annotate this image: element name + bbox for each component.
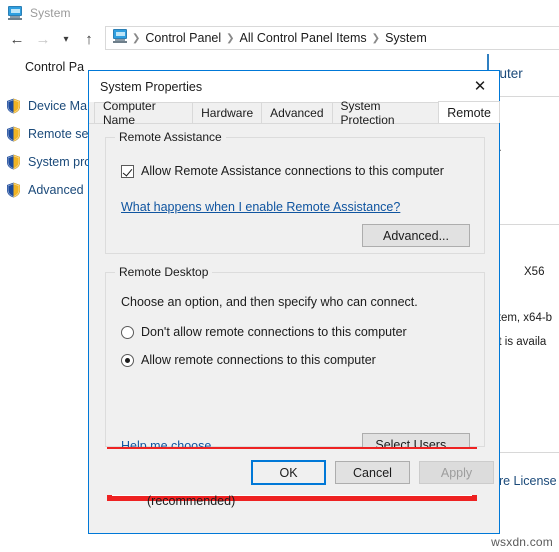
remote-assistance-help-link[interactable]: What happens when I enable Remote Assist… [121, 200, 400, 214]
advanced-button[interactable]: Advanced... [362, 224, 470, 247]
tab-advanced[interactable]: Advanced [261, 102, 333, 123]
shield-icon [6, 126, 21, 142]
apply-button: Apply [419, 461, 494, 484]
radio-allow-remote-connections[interactable] [121, 354, 134, 367]
shield-icon [6, 182, 21, 198]
sidebar-item-remote-settings[interactable]: Remote se [6, 126, 88, 142]
dialog-titlebar: System Properties ✕ [89, 71, 499, 102]
remote-assistance-group: Remote Assistance Allow Remote Assistanc… [105, 130, 485, 254]
address-bar[interactable]: ❯ Control Panel ❯ All Control Panel Item… [105, 26, 559, 50]
breadcrumb-system[interactable]: System [381, 31, 431, 45]
system-properties-dialog: System Properties ✕ Computer Name Hardwa… [88, 70, 500, 534]
radio-label: Don't allow remote connections to this c… [141, 325, 407, 339]
window-title: System [30, 6, 71, 20]
remote-assistance-group-title: Remote Assistance [115, 130, 226, 144]
tab-hardware[interactable]: Hardware [192, 102, 263, 123]
sidebar-item-advanced[interactable]: Advanced [6, 182, 84, 198]
breadcrumb-all-items[interactable]: All Control Panel Items [236, 31, 371, 45]
dialog-title: System Properties [100, 79, 203, 94]
address-monitor-icon [112, 28, 128, 48]
info-fragment: stem, x64-b [492, 312, 553, 324]
arrow-up-icon[interactable]: ↑ [76, 27, 102, 51]
radio-row-deny-connections[interactable]: Don't allow remote connections to this c… [121, 325, 407, 340]
divider [492, 452, 559, 453]
sidebar-item-label: Device Ma [28, 99, 88, 113]
sidebar-item-system-protection[interactable]: System pro [6, 154, 91, 170]
shield-icon [6, 154, 21, 170]
watermark: wsxdn.com [491, 535, 553, 549]
remote-desktop-instruction: Choose an option, and then specify who c… [121, 295, 418, 309]
dialog-tabstrip: Computer Name Hardware Advanced System P… [89, 99, 500, 127]
sidebar-item-label: Advanced [28, 183, 84, 197]
cancel-button[interactable]: Cancel [335, 461, 410, 484]
radio-row-allow-connections[interactable]: Allow remote connections to this compute… [121, 353, 376, 368]
info-fragment: ut is availa [492, 336, 547, 348]
sidebar-item-label: System pro [28, 155, 92, 169]
dialog-body: Remote Assistance Allow Remote Assistanc… [89, 124, 499, 508]
tab-computer-name[interactable]: Computer Name [94, 99, 194, 127]
checkbox-label: Allow Remote Assistance connections to t… [141, 164, 444, 178]
radio-dont-allow-remote-connections[interactable] [121, 326, 134, 339]
dialog-footer: OK Cancel Apply [89, 449, 499, 495]
explorer-titlebar: System [0, 0, 559, 26]
sidebar-item-label: Remote se [28, 127, 89, 141]
tab-remote[interactable]: Remote [438, 101, 500, 123]
forward-icon: → [35, 30, 51, 48]
breadcrumb-separator: ❯ [132, 32, 141, 44]
radio-label: Allow remote connections to this compute… [141, 353, 376, 367]
shield-icon [6, 98, 21, 114]
breadcrumb-control-panel[interactable]: Control Panel [141, 31, 225, 45]
close-icon[interactable]: ✕ [461, 71, 499, 101]
sidebar-item-device-manager[interactable]: Device Ma [6, 98, 87, 114]
divider [492, 96, 559, 97]
divider [492, 224, 559, 225]
system-info-panel: puter d. U X56 stem, x64-b ut is availa … [490, 54, 559, 524]
allow-remote-assistance-checkbox-row[interactable]: Allow Remote Assistance connections to t… [121, 164, 444, 179]
checkbox-allow-remote-assistance[interactable] [121, 165, 134, 178]
info-fragment: X56 [524, 266, 545, 278]
breadcrumb-separator: ❯ [371, 32, 381, 44]
window-monitor-icon [7, 6, 23, 20]
screen: System ← → ▾ ↑ ❯ Control Panel ❯ All Con… [0, 0, 559, 552]
tab-panel-remote: Remote Assistance Allow Remote Assistanc… [90, 124, 498, 508]
breadcrumb-separator: ❯ [226, 32, 235, 44]
back-icon[interactable]: ← [4, 27, 30, 51]
ok-button[interactable]: OK [251, 460, 326, 485]
remote-desktop-group: Remote Desktop Choose an option, and the… [105, 265, 485, 456]
chevron-down-icon[interactable]: ▾ [56, 27, 76, 51]
software-license-link[interactable]: are License [492, 474, 557, 488]
left-panel-title: Control Pa [25, 60, 85, 74]
tab-system-protection[interactable]: System Protection [331, 99, 440, 127]
remote-desktop-group-title: Remote Desktop [115, 265, 213, 279]
